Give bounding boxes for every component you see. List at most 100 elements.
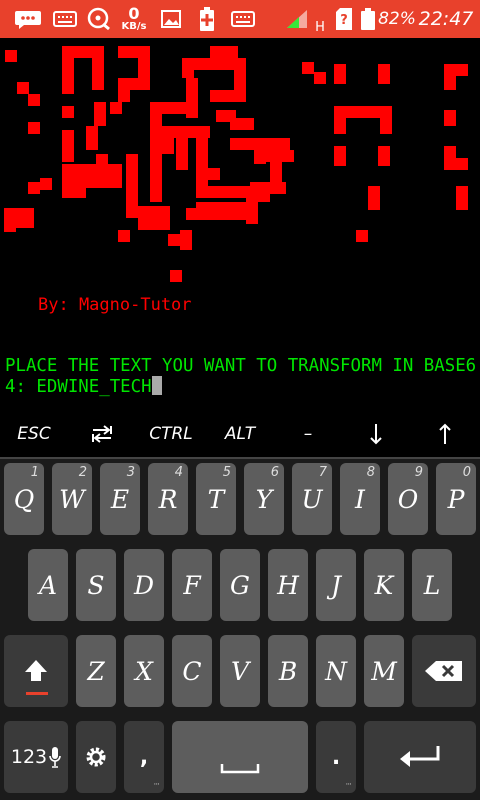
art-pixel-block xyxy=(62,186,86,198)
alt-key[interactable]: ALT xyxy=(206,411,274,457)
more-dots-icon: ··· xyxy=(345,780,352,790)
message-icon xyxy=(12,0,44,38)
network-speed-unit: KB/s xyxy=(121,21,147,32)
arrow-down-key[interactable] xyxy=(342,411,410,457)
key-u[interactable]: 7U xyxy=(292,463,332,535)
art-pixel-block xyxy=(86,126,98,150)
ctrl-key[interactable]: CTRL xyxy=(136,411,206,457)
key-label: T xyxy=(207,484,225,514)
svg-text:?: ? xyxy=(340,13,348,28)
key-m[interactable]: M xyxy=(364,635,404,707)
art-pixel-block xyxy=(94,102,106,114)
key-hint: 1 xyxy=(30,465,39,480)
symbols-key[interactable]: 123 xyxy=(4,721,68,793)
key-h[interactable]: H xyxy=(268,549,308,621)
key-label: S xyxy=(87,570,105,600)
esc-key[interactable]: ESC xyxy=(0,411,68,457)
backspace-key[interactable] xyxy=(412,635,476,707)
art-pixel-block xyxy=(28,94,40,106)
no-sim-icon: ? xyxy=(334,0,354,38)
key-v[interactable]: V xyxy=(220,635,260,707)
key-l[interactable]: L xyxy=(412,549,452,621)
key-label: C xyxy=(182,656,202,686)
terminal-cursor xyxy=(151,376,162,395)
comma-key[interactable]: , ··· xyxy=(124,721,164,793)
key-o[interactable]: 9O xyxy=(388,463,428,535)
art-pixel-block xyxy=(270,158,282,182)
period-key[interactable]: . ··· xyxy=(316,721,356,793)
image-icon xyxy=(158,0,184,38)
key-k[interactable]: K xyxy=(364,549,404,621)
dash-key[interactable]: – xyxy=(274,411,342,457)
art-pixel-block xyxy=(62,82,74,94)
key-a[interactable]: A xyxy=(28,549,68,621)
art-pixel-block xyxy=(62,130,74,162)
key-f[interactable]: F xyxy=(172,549,212,621)
key-z[interactable]: Z xyxy=(76,635,116,707)
key-hint: 6 xyxy=(270,465,279,480)
terminal-input-value[interactable]: EDWINE_TECH xyxy=(36,377,151,397)
soft-keyboard: 1Q 2W 3E 4R 5T 6Y 7U 8I 9O 0P A S D F G … xyxy=(0,457,480,800)
status-bar: 0 KB/s H ? 82% 22:47 xyxy=(0,0,480,38)
backspace-icon xyxy=(425,661,462,681)
key-q[interactable]: 1Q xyxy=(4,463,44,535)
key-label: V xyxy=(230,656,250,686)
key-label: Y xyxy=(255,484,273,514)
disc-search-icon xyxy=(86,0,114,38)
art-pixel-block xyxy=(378,146,390,166)
art-pixel-block xyxy=(118,90,130,102)
key-b[interactable]: B xyxy=(268,635,308,707)
key-e[interactable]: 3E xyxy=(100,463,140,535)
key-label: U xyxy=(301,484,323,514)
key-hint: 7 xyxy=(318,465,327,480)
space-key[interactable] xyxy=(172,721,308,793)
key-p[interactable]: 0P xyxy=(436,463,476,535)
key-s[interactable]: S xyxy=(76,549,116,621)
art-pixel-block xyxy=(170,270,182,282)
key-r[interactable]: 4R xyxy=(148,463,188,535)
key-c[interactable]: C xyxy=(172,635,212,707)
key-g[interactable]: G xyxy=(220,549,260,621)
enter-arrow-icon xyxy=(400,746,440,767)
terminal-screen[interactable]: By: Magno-Tutor PLACE THE TEXT YOU WANT … xyxy=(0,38,480,411)
shift-key[interactable] xyxy=(4,635,68,707)
key-y[interactable]: 6Y xyxy=(244,463,284,535)
art-pixel-block xyxy=(234,58,246,102)
art-pixel-block xyxy=(246,200,258,224)
art-pixel-block xyxy=(380,106,392,134)
art-pixel-block xyxy=(334,64,346,84)
tab-arrows-icon xyxy=(92,425,112,443)
settings-key[interactable] xyxy=(76,721,116,793)
art-pixel-block xyxy=(444,110,456,126)
art-pixel-block xyxy=(96,154,108,166)
art-pixel-block xyxy=(378,64,390,84)
network-speed: 0 KB/s xyxy=(118,0,150,38)
art-pixel-block xyxy=(302,62,314,74)
arrow-up-key[interactable] xyxy=(410,411,480,457)
key-label: H xyxy=(277,570,299,600)
signal-strength-icon xyxy=(282,0,312,38)
shift-indicator xyxy=(26,692,48,695)
key-label: X xyxy=(135,656,153,686)
key-label: L xyxy=(423,570,441,600)
key-w[interactable]: 2W xyxy=(52,463,92,535)
key-x[interactable]: X xyxy=(124,635,164,707)
art-pixel-block xyxy=(118,230,130,242)
key-hint: 8 xyxy=(366,465,375,480)
tab-key[interactable] xyxy=(68,411,136,457)
key-label: R xyxy=(158,484,178,514)
key-i[interactable]: 8I xyxy=(340,463,380,535)
art-pixel-block xyxy=(138,218,170,230)
art-pixel-block xyxy=(334,146,346,166)
enter-key[interactable] xyxy=(364,721,476,793)
arrow-down-icon xyxy=(370,424,382,445)
key-hint: 0 xyxy=(462,465,471,480)
key-t[interactable]: 5T xyxy=(196,463,236,535)
key-n[interactable]: N xyxy=(316,635,356,707)
key-j[interactable]: J xyxy=(316,549,356,621)
art-pixel-block xyxy=(118,78,150,90)
art-pixel-block xyxy=(334,118,346,134)
key-label: M xyxy=(371,656,397,686)
key-d[interactable]: D xyxy=(124,549,164,621)
key-label: N xyxy=(325,656,347,686)
